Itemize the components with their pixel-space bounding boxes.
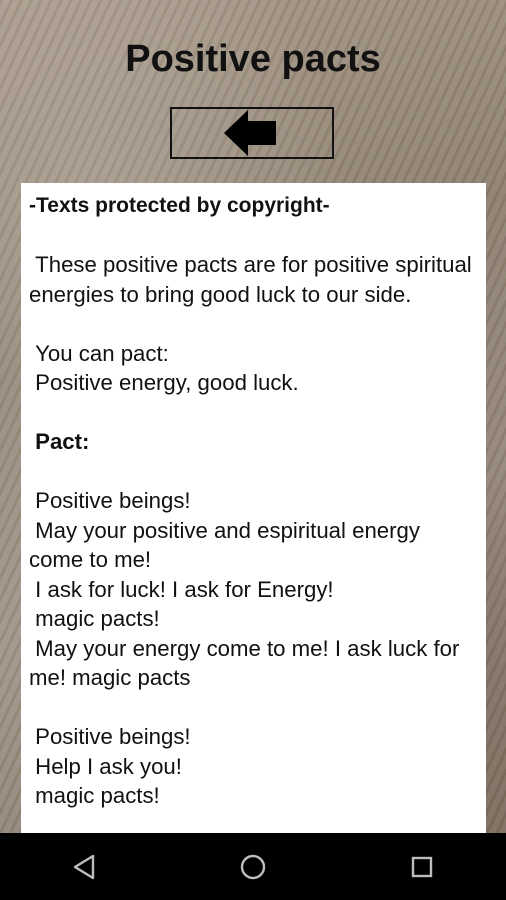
triangle-back-icon: [74, 854, 95, 879]
can-pact-label: You can pact:: [29, 340, 169, 366]
nav-back-button[interactable]: [54, 833, 114, 900]
copyright-notice: -Texts protected by copyright-: [29, 194, 330, 217]
system-nav-bar: [0, 833, 506, 900]
square-recents-icon: [411, 856, 432, 877]
left-arrow-icon: [224, 110, 276, 156]
pact-line: Positive beings!: [29, 488, 191, 513]
intro-text: These positive pacts are for positive sp…: [29, 252, 478, 307]
pact-line: May your positive and espiritual energy …: [29, 517, 427, 573]
pact-line: Positive beings!: [29, 724, 191, 749]
pact-line: magic pacts!: [29, 783, 160, 808]
pact-line: magic pacts!: [29, 606, 160, 631]
pact-text-panel[interactable]: -Texts protected by copyright- These pos…: [21, 183, 486, 833]
circle-home-icon: [240, 854, 266, 879]
pact-line: Help I ask you!: [29, 753, 182, 779]
nav-recents-button[interactable]: [392, 833, 452, 900]
page-title: Positive pacts: [125, 38, 381, 80]
pact-heading: Pact:: [29, 429, 90, 454]
pact-line: I ask for luck! I ask for Energy!: [29, 576, 334, 602]
can-pact-value: Positive energy, good luck.: [29, 370, 299, 395]
nav-home-button[interactable]: [223, 833, 283, 900]
pact-line: May your energy come to me! I ask luck f…: [29, 635, 466, 691]
back-button[interactable]: [170, 107, 334, 159]
